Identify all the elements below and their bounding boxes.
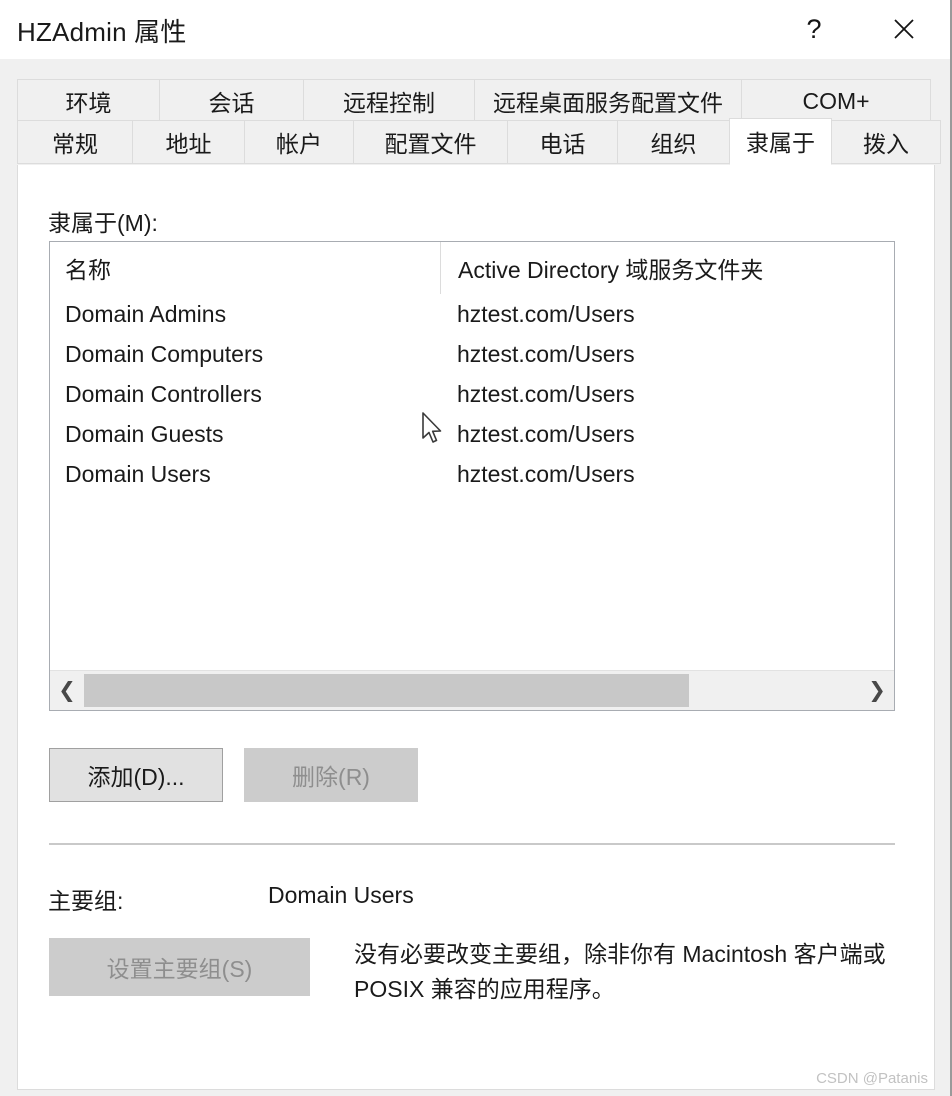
cell-group-name: Domain Users — [65, 460, 211, 487]
column-header-name[interactable]: 名称 — [50, 242, 440, 294]
tab-label: 远程控制 — [343, 90, 435, 116]
close-button[interactable] — [872, 0, 936, 58]
column-header-folder[interactable]: Active Directory 域服务文件夹 — [440, 242, 894, 294]
table-row[interactable]: Domain Controllers hztest.com/Users — [50, 374, 894, 414]
cell-group-name: Domain Guests — [65, 420, 224, 447]
section-divider — [49, 843, 895, 845]
tab-row-top: 环境 会话 远程控制 远程桌面服务配置文件 COM+ — [17, 79, 931, 123]
close-icon — [894, 19, 914, 39]
question-mark-icon: ? — [806, 13, 822, 44]
scroll-right-arrow-icon[interactable]: ❯ — [860, 671, 894, 710]
table-row[interactable]: Domain Users hztest.com/Users — [50, 454, 894, 494]
tab-7[interactable]: 拨入 — [831, 120, 941, 164]
remove-button: 删除(R) — [244, 748, 418, 802]
tab-0[interactable]: 常规 — [17, 120, 133, 164]
window-title: HZAdmin 属性 — [17, 17, 187, 47]
tab-label: 常规 — [52, 131, 98, 157]
tab-1[interactable]: 地址 — [132, 120, 245, 164]
tab-4[interactable]: 电话 — [507, 120, 618, 164]
tab-1[interactable]: 会话 — [159, 79, 304, 123]
member-of-listview[interactable]: 名称 Active Directory 域服务文件夹 Domain Admins… — [49, 241, 895, 711]
tab-active-6[interactable]: 隶属于 — [729, 118, 832, 165]
listview-header: 名称 Active Directory 域服务文件夹 — [50, 242, 894, 294]
tab-label: 地址 — [165, 131, 212, 157]
tab-label: 电话 — [539, 131, 586, 157]
add-button[interactable]: 添加(D)... — [49, 748, 223, 802]
listview-rows: Domain Admins hztest.com/Users Domain Comp… — [50, 294, 894, 494]
set-primary-group-button: 设置主要组(S) — [49, 938, 310, 996]
tab-label: 组织 — [650, 131, 697, 157]
tab-row-bottom: 常规 地址 帐户 配置文件 电话 组织 隶属于 拨入 — [17, 118, 941, 165]
cell-group-name: Domain Computers — [65, 340, 264, 367]
primary-group-label: 主要组: — [48, 888, 124, 914]
table-row[interactable]: Domain Computers hztest.com/Users — [50, 334, 894, 374]
tab-label: 环境 — [65, 90, 112, 116]
properties-dialog: HZAdmin 属性 ? 环境 会话 远程控制 远程桌面服务配置文件 COM+ 常规 地址… — [0, 0, 952, 1096]
tab-label: 会话 — [208, 90, 255, 116]
primary-group-note: 没有必要改变主要组，除非你有 Macintosh 客户端或 POSIX 兼容的应… — [354, 941, 886, 1002]
watermark: CSDN @Patanis — [816, 1070, 928, 1087]
tab-label: COM+ — [802, 87, 870, 114]
tab-page-memberof: 隶属于(M): 名称 Active Directory 域服务文件夹 Domai… — [17, 165, 935, 1090]
title-bar: HZAdmin 属性 ? — [0, 0, 950, 60]
tab-strip: 环境 会话 远程控制 远程桌面服务配置文件 COM+ 常规 地址 帐户 配置文件 电话 组织 隶属于… — [0, 59, 950, 169]
cell-folder-path: hztest.com/Users — [457, 420, 635, 447]
tab-label: 隶属于 — [746, 129, 815, 156]
cell-group-name: Domain Controllers — [65, 380, 262, 407]
tab-2[interactable]: 远程控制 — [303, 79, 475, 123]
help-button[interactable]: ? — [782, 0, 846, 58]
table-row[interactable]: Domain Guests hztest.com/Users — [50, 414, 894, 454]
cell-folder-path: hztest.com/Users — [457, 380, 635, 407]
scroll-left-arrow-icon[interactable]: ❮ — [50, 671, 84, 710]
tab-label: 配置文件 — [384, 131, 477, 157]
tab-label: 拨入 — [863, 131, 909, 157]
cell-group-name: Domain Admins — [65, 300, 227, 327]
tab-3[interactable]: 配置文件 — [353, 120, 508, 164]
scrollbar-track[interactable] — [84, 671, 860, 710]
table-row[interactable]: Domain Admins hztest.com/Users — [50, 294, 894, 334]
tab-5[interactable]: 组织 — [617, 120, 730, 164]
tab-label: 远程桌面服务配置文件 — [493, 90, 723, 116]
cell-folder-path: hztest.com/Users — [457, 460, 635, 487]
tab-0[interactable]: 环境 — [17, 79, 160, 123]
horizontal-scrollbar[interactable]: ❮ ❯ — [50, 670, 894, 710]
tab-3[interactable]: 远程桌面服务配置文件 — [474, 79, 742, 123]
cell-folder-path: hztest.com/Users — [457, 300, 635, 327]
tab-4[interactable]: COM+ — [741, 79, 931, 123]
tab-2[interactable]: 帐户 — [244, 120, 354, 164]
scrollbar-thumb[interactable] — [84, 674, 690, 707]
cell-folder-path: hztest.com/Users — [457, 340, 635, 367]
primary-group-value: Domain Users — [268, 882, 414, 908]
tab-label: 帐户 — [276, 131, 322, 157]
member-of-label: 隶属于(M): — [48, 210, 158, 236]
